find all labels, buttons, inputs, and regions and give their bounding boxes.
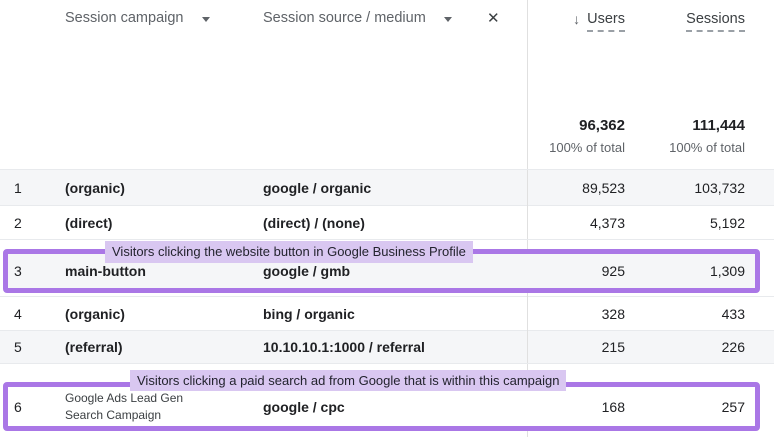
annotation-gmb: Visitors clicking the website button in … bbox=[105, 241, 473, 263]
column-header-label: Sessions bbox=[686, 11, 745, 32]
cell-sessions: 433 bbox=[721, 305, 745, 322]
cell-users: 215 bbox=[601, 339, 625, 355]
chevron-down-icon[interactable] bbox=[443, 16, 452, 22]
table-row[interactable]: 2 (direct) (direct) / (none) 4,373 5,192 bbox=[0, 205, 774, 239]
cell-source-medium: google / cpc bbox=[263, 398, 345, 415]
cell-session-campaign: (organic) bbox=[65, 179, 125, 196]
cell-session-campaign: (direct) bbox=[65, 214, 113, 231]
cell-session-campaign: Google Ads Lead Gen Search Campaign bbox=[55, 390, 263, 422]
chevron-down-icon[interactable] bbox=[201, 16, 210, 22]
cell-sessions: 103,732 bbox=[694, 179, 745, 196]
row-index: 1 bbox=[14, 179, 22, 196]
cell-users: 925 bbox=[601, 263, 625, 279]
highlighted-row-container: Visitors clicking a paid search ad from … bbox=[0, 363, 774, 437]
cell-source-medium: bing / organic bbox=[263, 305, 355, 322]
row-index: 2 bbox=[14, 214, 22, 231]
row-index: 5 bbox=[14, 339, 22, 355]
sessions-total: 111,444 100% of total bbox=[669, 117, 745, 155]
table-row[interactable]: 4 (organic) bing / organic 328 433 bbox=[0, 296, 774, 330]
users-total: 96,362 100% of total bbox=[549, 117, 625, 155]
sort-descending-icon: ↓ bbox=[573, 11, 581, 27]
annotation-cpc: Visitors clicking a paid search ad from … bbox=[130, 370, 567, 391]
cell-sessions: 5,192 bbox=[709, 214, 745, 231]
cell-session-campaign: (referral) bbox=[65, 339, 123, 355]
row-index: 6 bbox=[14, 398, 22, 415]
row-index: 3 bbox=[14, 263, 22, 279]
highlighted-row-container: Visitors clicking the website button in … bbox=[0, 239, 774, 296]
cell-users: 168 bbox=[601, 398, 625, 415]
cell-source-medium: google / organic bbox=[263, 179, 372, 196]
table-row[interactable]: 5 (referral) 10.10.10.1:1000 / referral … bbox=[0, 330, 774, 363]
table-row[interactable]: 6 Google Ads Lead Gen Search Campaign go… bbox=[8, 387, 755, 426]
cell-source-medium: 10.10.10.1:1000 / referral bbox=[263, 339, 425, 355]
users-total-value: 96,362 bbox=[579, 117, 625, 134]
column-header-sessions[interactable]: Sessions bbox=[686, 11, 745, 32]
cell-sessions: 1,309 bbox=[709, 263, 745, 279]
row-index: 4 bbox=[14, 305, 22, 322]
sessions-total-share: 100% of total bbox=[669, 140, 745, 155]
table-row[interactable]: 1 (organic) google / organic 89,523 103,… bbox=[0, 170, 774, 205]
cell-session-campaign: (organic) bbox=[65, 305, 125, 322]
cell-sessions: 257 bbox=[721, 398, 745, 415]
cell-source-medium: (direct) / (none) bbox=[263, 214, 365, 231]
column-header-label: Users bbox=[587, 11, 625, 32]
column-header-users[interactable]: ↓ Users bbox=[573, 11, 625, 32]
dimension-picker-label: Session source / medium bbox=[263, 10, 426, 26]
table-header: Session campaign Session source / medium… bbox=[0, 0, 774, 170]
cell-session-campaign: main-button bbox=[65, 263, 146, 279]
cell-users: 328 bbox=[601, 305, 625, 322]
analytics-exploration-table: Session campaign Session source / medium… bbox=[0, 0, 774, 437]
cell-sessions: 226 bbox=[721, 339, 745, 355]
sessions-total-value: 111,444 bbox=[692, 117, 745, 134]
close-icon[interactable]: ✕ bbox=[487, 10, 500, 28]
campaign-name-wrapped: Google Ads Lead Gen Search Campaign bbox=[65, 391, 184, 422]
dimension-picker-session-source-medium[interactable]: Session source / medium bbox=[263, 10, 452, 26]
cell-source-medium: google / gmb bbox=[263, 263, 351, 279]
users-total-share: 100% of total bbox=[549, 140, 625, 155]
cell-users: 89,523 bbox=[582, 179, 625, 196]
dimension-picker-session-campaign[interactable]: Session campaign bbox=[65, 10, 210, 26]
cell-users: 4,373 bbox=[589, 214, 625, 231]
dimension-picker-label: Session campaign bbox=[65, 10, 184, 26]
